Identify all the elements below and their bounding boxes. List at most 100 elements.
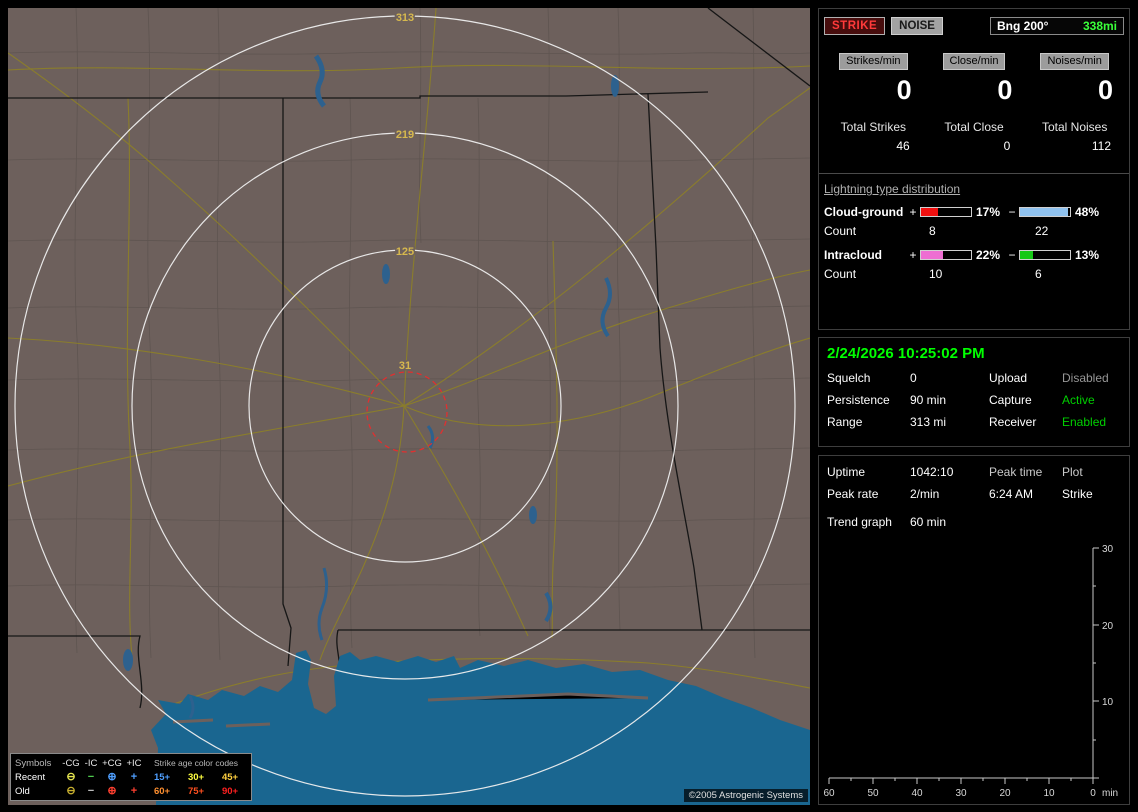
ic-plus-count: 10 <box>929 267 943 281</box>
x-tick-0: 0 <box>1090 788 1096 799</box>
uptime-row: Uptime 1042:10 Peak time Plot <box>827 465 1121 479</box>
x-axis-unit: min <box>1102 788 1118 799</box>
ic-plus-bar-fill <box>921 251 943 259</box>
pos-ic-recent-icon: + <box>130 770 138 783</box>
map-legend: Symbols -CG -IC +CG +IC Strike age color… <box>10 753 252 801</box>
receiver-label: Receiver <box>989 415 1037 429</box>
close-per-min-value: 0 <box>997 75 1013 105</box>
minus-sign: − <box>1008 205 1016 219</box>
legend-col-neg-ic: -IC <box>84 757 98 769</box>
plot-value: Strike <box>1062 487 1093 501</box>
x-tick-40: 40 <box>911 788 923 799</box>
y-tick-20: 20 <box>1102 621 1114 632</box>
squelch-value: 0 <box>910 371 917 385</box>
capture-label: Capture <box>989 393 1032 407</box>
status-row: Squelch 0 Upload Disabled <box>827 371 1121 385</box>
x-tick-30: 30 <box>955 788 967 799</box>
close-per-min-column: Close/min 0 Total Close 0 <box>924 51 1025 153</box>
x-tick-20: 20 <box>999 788 1011 799</box>
legend-age: 30+ <box>187 771 205 783</box>
legend-age: 15+ <box>153 771 171 783</box>
total-noises-label: Total Noises <box>1041 120 1108 134</box>
legend-age: 75+ <box>187 785 205 797</box>
cg-plus-bar-fill <box>921 208 938 216</box>
ic-plus-bar <box>920 250 972 260</box>
distribution-title: Lightning type distribution <box>824 182 961 196</box>
cg-minus-count: 22 <box>1035 224 1049 238</box>
cloud-ground-counts: Count 8 22 <box>819 224 1129 239</box>
range-label: Range <box>827 415 863 429</box>
legend-col-neg-cg: -CG <box>62 757 80 769</box>
total-strikes-label: Total Strikes <box>840 120 907 134</box>
intracloud-counts: Count 10 6 <box>819 267 1129 282</box>
noise-mode-button[interactable]: NOISE <box>891 17 943 35</box>
minus-sign: − <box>1008 248 1016 262</box>
cg-plus-bar <box>920 207 972 217</box>
strikes-per-min-chip[interactable]: Strikes/min <box>839 53 908 70</box>
capture-status: Active <box>1062 393 1095 407</box>
cg-minus-bar-fill <box>1020 208 1068 216</box>
receiver-status: Enabled <box>1062 415 1107 429</box>
y-tick-30: 30 <box>1102 544 1114 555</box>
lightning-map[interactable]: 313 219 125 31 Symbols -CG -IC +CG +IC S… <box>8 8 810 805</box>
timestamp: 2/24/2026 10:25:02 PM <box>827 345 985 362</box>
pos-cg-recent-icon: ⊕ <box>107 770 117 783</box>
x-tick-60: 60 <box>823 788 835 799</box>
cloud-ground-label: Cloud-ground <box>824 205 904 219</box>
cloud-ground-row: Cloud-ground + 17% − 48% <box>819 205 1129 219</box>
legend-age-header: Strike age color codes <box>153 758 239 768</box>
neg-cg-old-icon: ⊖ <box>66 784 76 797</box>
x-tick-10: 10 <box>1043 788 1055 799</box>
ring-label-second: 125 <box>396 246 414 258</box>
noises-per-min-column: Noises/min 0 Total Noises 112 <box>1024 51 1125 153</box>
legend-row-old: Old ⊖ − ⊕ + 60+ 75+ 90+ <box>15 784 247 798</box>
strikes-per-min-column: Strikes/min 0 Total Strikes 46 <box>823 51 924 153</box>
persistence-value: 90 min <box>910 393 947 407</box>
ic-plus-pct: 22% <box>976 248 1001 262</box>
count-label: Count <box>824 267 857 281</box>
trend-graph-label: Trend graph <box>827 515 892 529</box>
legend-col-pos-cg: +CG <box>102 757 122 769</box>
neg-cg-recent-icon: ⊖ <box>66 770 76 783</box>
cg-plus-count: 8 <box>929 224 936 238</box>
close-per-min-chip[interactable]: Close/min <box>942 53 1006 70</box>
plus-sign: + <box>909 205 917 219</box>
status-section: 2/24/2026 10:25:02 PM Squelch 0 Upload D… <box>818 337 1130 447</box>
ring-label-outer: 313 <box>396 12 414 24</box>
stats-panel: STRIKE NOISE Bng 200° 338mi Strikes/min … <box>818 8 1130 805</box>
strike-mode-button[interactable]: STRIKE <box>824 17 886 35</box>
plot-label: Plot <box>1062 465 1083 479</box>
intracloud-row: Intracloud + 22% − 13% <box>819 248 1129 262</box>
trend-axes <box>829 548 1094 779</box>
counters-section: STRIKE NOISE Bng 200° 338mi Strikes/min … <box>818 8 1130 330</box>
neg-ic-old-icon: − <box>87 784 95 797</box>
cg-minus-pct: 48% <box>1075 205 1100 219</box>
ic-minus-bar <box>1019 250 1071 260</box>
persistence-label: Persistence <box>827 393 890 407</box>
y-tick-10: 10 <box>1102 697 1114 708</box>
map-canvas: 313 219 125 31 <box>8 8 810 805</box>
section-divider <box>819 173 1129 174</box>
total-strikes-value: 46 <box>896 139 910 153</box>
legend-age: 45+ <box>221 771 239 783</box>
noises-per-min-chip[interactable]: Noises/min <box>1040 53 1109 70</box>
peak-rate-value: 2/min <box>910 487 940 501</box>
neg-ic-recent-icon: − <box>87 770 95 783</box>
squelch-label: Squelch <box>827 371 871 385</box>
ic-minus-count: 6 <box>1035 267 1042 281</box>
pos-ic-old-icon: + <box>130 784 138 797</box>
strikes-per-min-value: 0 <box>896 75 912 105</box>
legend-row-recent: Recent ⊖ − ⊕ + 15+ 30+ 45+ <box>15 770 247 784</box>
ring-label-third: 219 <box>396 129 414 141</box>
ring-label-inner: 31 <box>399 360 411 372</box>
legend-age: 90+ <box>221 785 239 797</box>
trend-graph-row: Trend graph 60 min <box>827 515 1121 529</box>
noises-per-min-value: 0 <box>1097 75 1114 105</box>
uptime-value: 1042:10 <box>910 465 954 479</box>
uptime-label: Uptime <box>827 465 866 479</box>
legend-label-old: Old <box>15 785 30 797</box>
total-noises-value: 112 <box>1091 139 1112 153</box>
intracloud-label: Intracloud <box>824 248 883 262</box>
upload-label: Upload <box>989 371 1028 385</box>
pos-cg-old-icon: ⊕ <box>107 784 117 797</box>
